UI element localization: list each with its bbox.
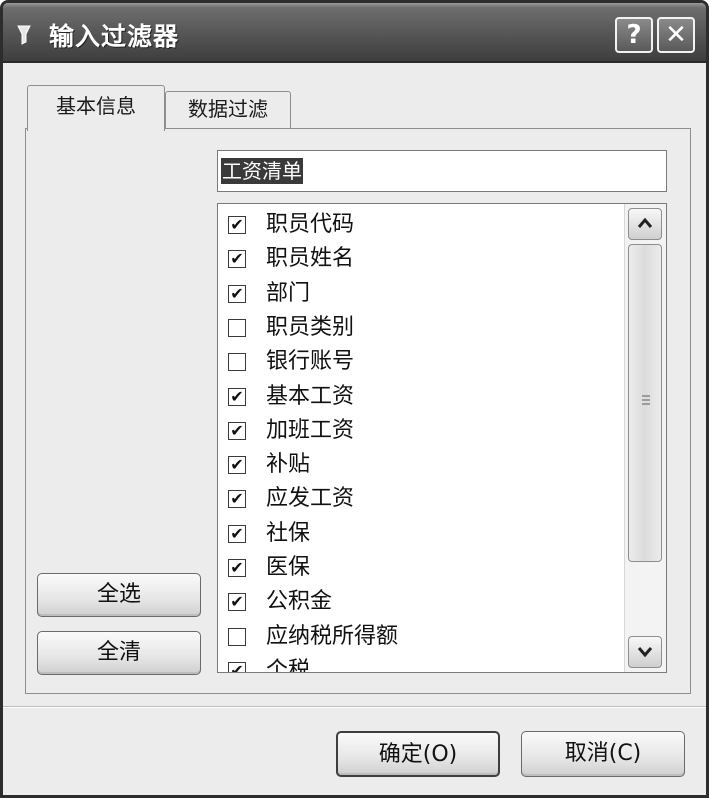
field-checkbox[interactable]: ✔ <box>228 524 246 543</box>
report-name-value: 工资清单 <box>221 158 303 184</box>
field-checklist-item[interactable]: ✔ 职员姓名 <box>218 242 618 276</box>
field-checkbox[interactable]: ✔ <box>228 661 246 672</box>
field-checklist-item[interactable]: 应纳税所得额 <box>218 620 618 654</box>
title-bar[interactable]: 输入过滤器 ? ✕ <box>3 3 706 63</box>
field-label: 职员代码 <box>266 212 355 237</box>
field-checkbox[interactable]: ✔ <box>228 456 246 475</box>
field-checklist-item[interactable]: 银行账号 <box>218 345 618 379</box>
field-checkbox[interactable]: ✔ <box>228 284 246 303</box>
field-label: 部门 <box>266 280 311 306</box>
clear-all-button[interactable]: 全清 <box>37 631 201 675</box>
filter-app-icon <box>17 25 31 45</box>
field-label: 应发工资 <box>266 486 355 512</box>
field-label: 银行账号 <box>266 349 355 375</box>
field-checklist-item[interactable]: ✔ 部门 <box>218 277 618 311</box>
chevron-down-icon[interactable] <box>628 636 662 668</box>
field-label: 个税 <box>266 657 311 673</box>
field-checklist-item[interactable]: 职员类别 <box>218 311 618 345</box>
filter-dialog: 输入过滤器 ? ✕ 基本信息 数据过滤 工资清单 ✔ 职员代码 ✔ 职员姓名 ✔ 部门职员… <box>0 0 709 798</box>
field-checkbox[interactable]: ✔ <box>228 387 246 406</box>
field-checkbox[interactable]: ✔ <box>228 216 246 234</box>
field-checklist[interactable]: ✔ 职员代码 ✔ 职员姓名 ✔ 部门 职员类别 银行账号 ✔ 基本工资 ✔ 加班工资 ✔ 补贴 ✔ 应发工资 ✔… <box>217 203 667 673</box>
help-button[interactable]: ? <box>615 17 653 53</box>
vertical-scrollbar[interactable] <box>624 204 666 672</box>
tab-basic-info[interactable]: 基本信息 <box>27 85 165 131</box>
close-button[interactable]: ✕ <box>657 17 695 53</box>
field-label: 社保 <box>266 520 311 546</box>
select-all-button[interactable]: 全选 <box>37 573 201 617</box>
field-checklist-item[interactable]: ✔ 应发工资 <box>218 482 618 516</box>
tab-data-filter[interactable]: 数据过滤 <box>165 91 291 129</box>
field-label: 职员类别 <box>266 314 355 340</box>
report-name-input[interactable]: 工资清单 <box>217 150 667 192</box>
field-checkbox[interactable]: ✔ <box>228 421 246 440</box>
dialog-title: 输入过滤器 <box>49 22 180 51</box>
field-checkbox[interactable]: ✔ <box>228 559 246 577</box>
field-checkbox[interactable]: ✔ <box>228 593 246 612</box>
ok-button[interactable]: 确定(O) <box>336 731 500 777</box>
field-checklist-item[interactable]: ✔ 社保 <box>218 517 618 551</box>
field-checklist-item[interactable]: ✔ 个税 <box>218 654 618 673</box>
field-checklist-item[interactable]: ✔ 补贴 <box>218 448 618 482</box>
field-checklist-item[interactable]: ✔ 基本工资 <box>218 380 618 414</box>
field-checkbox[interactable]: ✔ <box>228 250 246 269</box>
scrollbar-thumb[interactable] <box>628 244 662 562</box>
field-checkbox[interactable] <box>228 353 246 372</box>
field-label: 基本工资 <box>266 383 355 409</box>
field-label: 公积金 <box>266 589 333 615</box>
field-checklist-item[interactable]: ✔ 职员代码 <box>218 208 618 242</box>
grip-icon <box>642 395 650 405</box>
field-label: 补贴 <box>266 452 311 478</box>
cancel-button[interactable]: 取消(C) <box>521 731 685 777</box>
field-checklist-item[interactable]: ✔ 医保 <box>218 551 618 585</box>
field-label: 加班工资 <box>266 417 355 443</box>
field-label: 职员姓名 <box>266 246 355 272</box>
field-checkbox[interactable] <box>228 318 246 337</box>
field-checkbox[interactable] <box>228 627 246 646</box>
field-checklist-item[interactable]: ✔ 公积金 <box>218 585 618 619</box>
chevron-up-icon[interactable] <box>628 208 662 240</box>
footer-divider <box>3 706 706 708</box>
field-label: 应纳税所得额 <box>266 623 399 649</box>
field-checkbox[interactable]: ✔ <box>228 490 246 509</box>
field-label: 医保 <box>266 555 311 580</box>
field-checklist-item[interactable]: ✔ 加班工资 <box>218 414 618 448</box>
